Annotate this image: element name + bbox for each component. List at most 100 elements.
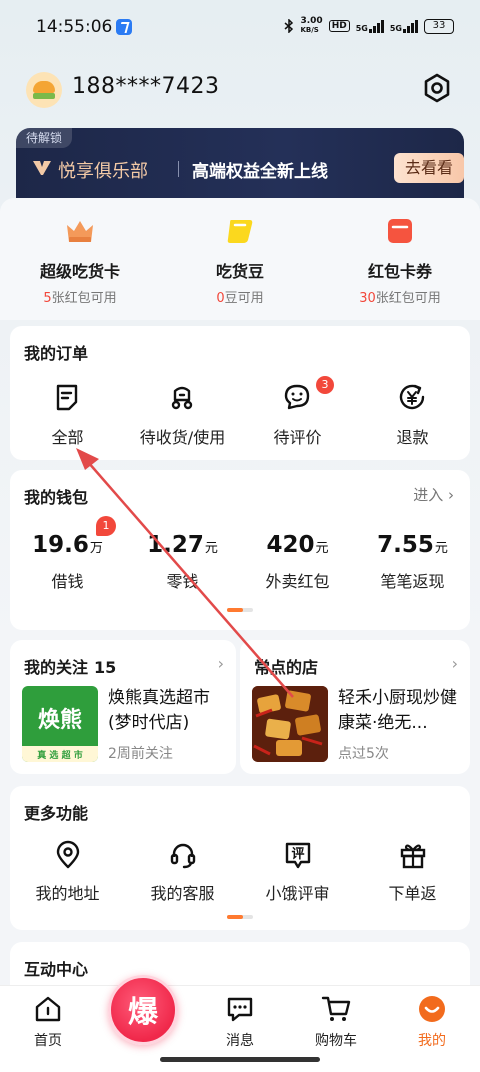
order-pending-review[interactable]: 3 待评价 <box>240 376 355 450</box>
wallet-label: 借钱 <box>51 572 84 591</box>
asset-sub: 0豆可用 <box>160 287 320 306</box>
scooter-icon <box>171 386 193 410</box>
asset-foodie-beans[interactable]: 吃货豆 0豆可用 <box>160 198 320 320</box>
review-badge-icon: 评 <box>285 842 310 869</box>
avatar[interactable] <box>26 72 62 108</box>
refund-yen-icon <box>399 384 425 410</box>
signal-5g-1-label: 5G <box>355 24 368 33</box>
hd-icon: HD <box>328 20 350 32</box>
vip-club-name: 悦享俱乐部 <box>58 161 148 182</box>
red-packet-icon <box>388 219 412 243</box>
wallet-change[interactable]: 1.27元 零钱 <box>125 532 240 592</box>
settings-gear-icon[interactable] <box>421 72 453 104</box>
following-count: 15 <box>94 658 117 677</box>
location-pin-icon <box>56 840 79 869</box>
network-speed-unit: KB/S <box>300 26 319 34</box>
asset-count-text: 豆可用 <box>224 291 264 306</box>
home-icon <box>35 996 61 1022</box>
cart-icon <box>321 996 351 1021</box>
order-label: 待评价 <box>273 428 322 447</box>
signal-5g-2-label: 5G <box>389 24 402 33</box>
wallet-loan[interactable]: 19.6万 借钱 <box>10 532 125 592</box>
wallet-amount: 1.27 <box>147 532 204 558</box>
wallet-cashback[interactable]: 7.55元 笔笔返现 <box>355 532 470 592</box>
chevron-right-icon: › <box>448 486 454 504</box>
wallet-amount: 19.6 <box>32 532 89 558</box>
more-functions-title: 更多功能 <box>24 804 89 823</box>
vip-divider <box>178 161 179 177</box>
tab-cart[interactable]: 购物车 <box>296 994 376 1050</box>
review-badge-glyph: 评 <box>291 847 304 862</box>
vip-club-banner[interactable]: 待解锁 悦享俱乐部 高端权益全新上线 去看看 <box>16 128 464 200</box>
gift-icon <box>400 844 425 869</box>
vip-go-button[interactable]: 去看看 <box>394 153 464 183</box>
tab-home[interactable]: 首页 <box>8 994 88 1050</box>
wallet-delivery-red-packet[interactable]: 420元 外卖红包 <box>240 532 355 592</box>
wallet-value: 7.55元 <box>355 532 470 558</box>
wallet-card: 我的钱包 进入 › 19.6万 借钱 1.27元 零钱 420元 外卖红包 7.… <box>10 470 470 630</box>
wallet-unit: 元 <box>204 541 218 556</box>
orders-title: 我的订单 <box>24 344 89 363</box>
frequent-shop-sub: 点过5次 <box>338 746 389 762</box>
signal-5g-1-icon: 5G <box>356 19 384 33</box>
asset-name: 超级吃货卡 <box>39 262 120 281</box>
function-reviewer[interactable]: 评 小饿评审 <box>240 840 355 904</box>
chat-smile-icon <box>284 384 310 410</box>
boom-promo-button[interactable]: 爆 <box>108 975 178 1045</box>
orders-card: 我的订单 全部 待收货/使用 3 待评价 退款 <box>10 326 470 460</box>
frequent-shop-name: 轻禾小厨现炒健康菜·绝无... <box>338 688 457 733</box>
frequent-shop-card[interactable]: 常点的店 › 轻禾小厨现炒健康菜·绝无... 点过5次 <box>240 640 470 774</box>
followed-shop-logo-subtext: 真 选 超 市 <box>37 751 83 761</box>
order-refund[interactable]: 退款 <box>355 380 470 450</box>
wallet-value: 19.6万 <box>10 532 125 558</box>
asset-super-foodie-card[interactable]: 超级吃货卡 5张红包可用 <box>0 198 160 320</box>
wallet-label: 零钱 <box>166 572 199 591</box>
bluetooth-icon <box>284 19 294 33</box>
wallet-value: 420元 <box>240 532 355 558</box>
function-order-rebate[interactable]: 下单返 <box>355 840 470 904</box>
food-dish-image <box>252 686 328 762</box>
asset-sub: 30张红包可用 <box>320 287 480 306</box>
battery-icon: 33 <box>424 18 454 34</box>
wallet-amount: 420 <box>266 532 315 558</box>
tab-messages[interactable]: 消息 <box>200 994 280 1050</box>
status-indicators: 3.00 KB/S HD 5G 5G 33 <box>284 17 454 35</box>
vip-slogan: 高端权益全新上线 <box>192 162 328 182</box>
order-all[interactable]: 全部 <box>10 380 125 450</box>
wallet-amount: 7.55 <box>377 532 434 558</box>
function-customer-service[interactable]: 我的客服 <box>125 840 240 904</box>
asset-count: 5 <box>43 291 52 306</box>
function-label: 我的客服 <box>150 884 215 903</box>
following-card[interactable]: 我的关注 15 › 焕熊 真 选 超 市 焕熊真选超市(梦时代店) 2周前关注 <box>10 640 236 774</box>
asset-count-text: 张红包可用 <box>375 291 441 306</box>
functions-scroll-indicator <box>227 915 253 919</box>
chevron-right-icon: › <box>451 654 458 673</box>
app-notification-icon <box>116 19 132 35</box>
bean-icon <box>227 220 253 243</box>
tab-label: 消息 <box>226 1033 254 1049</box>
me-active-icon <box>419 996 445 1022</box>
order-pending-delivery[interactable]: 待收货/使用 <box>125 380 240 450</box>
wallet-unit: 元 <box>434 541 448 556</box>
status-bar: 14:55:06 3.00 KB/S HD 5G 5G 33 <box>0 0 480 56</box>
tab-label: 首页 <box>34 1033 62 1049</box>
user-phone[interactable]: 188****7423 <box>72 74 219 99</box>
wallet-unit: 元 <box>315 541 329 556</box>
wallet-enter-link[interactable]: 进入 › <box>413 484 454 505</box>
asset-count-text: 张红包可用 <box>51 291 117 306</box>
asset-red-packet-coupons[interactable]: 红包卡券 30张红包可用 <box>320 198 480 320</box>
wallet-title: 我的钱包 <box>24 488 89 507</box>
profile-page: 14:55:06 3.00 KB/S HD 5G 5G 33 188****74… <box>0 0 480 1072</box>
function-my-address[interactable]: 我的地址 <box>10 840 125 904</box>
assets-section: 超级吃货卡 5张红包可用 吃货豆 0豆可用 红包卡券 30张红包可用 <box>0 198 480 320</box>
asset-sub: 5张红包可用 <box>0 287 160 306</box>
wallet-scroll-indicator <box>227 608 253 612</box>
tab-label: 我的 <box>418 1033 446 1049</box>
frequent-shop-food-image <box>252 686 328 762</box>
network-speed: 3.00 KB/S <box>300 17 322 35</box>
order-label: 待收货/使用 <box>139 428 226 447</box>
crown-icon <box>67 221 93 242</box>
followed-shop-logo: 焕熊 真 选 超 市 <box>22 686 98 762</box>
tab-me[interactable]: 我的 <box>392 994 472 1050</box>
tab-label: 购物车 <box>315 1033 357 1049</box>
